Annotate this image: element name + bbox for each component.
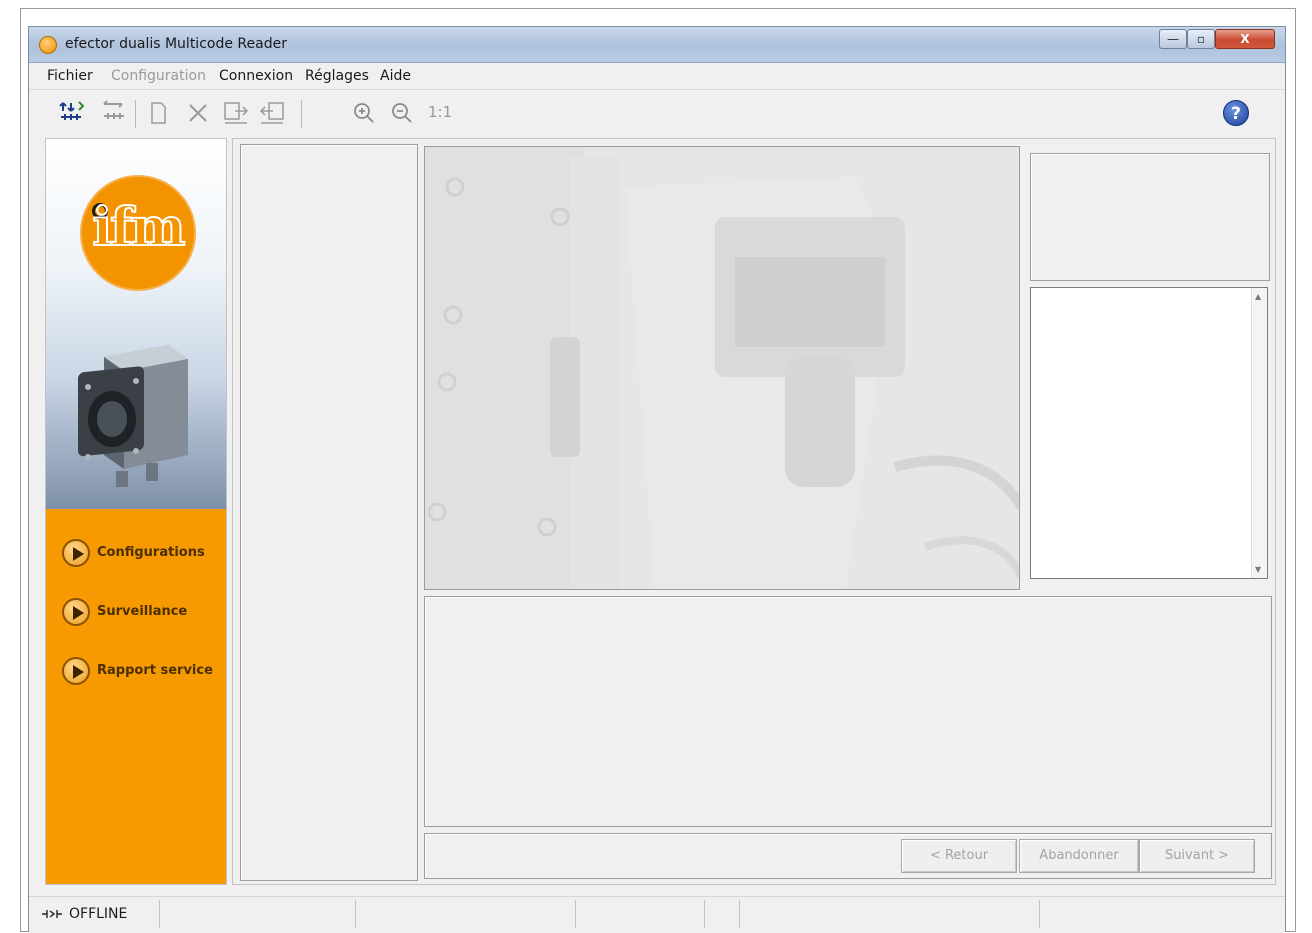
- abandon-button[interactable]: Abandonner: [1019, 839, 1139, 873]
- log-panel: [424, 596, 1272, 827]
- minimize-button[interactable]: —: [1159, 29, 1187, 49]
- toolbar-separator: [301, 100, 302, 128]
- nav-configurations[interactable]: Configurations: [62, 539, 222, 569]
- back-button[interactable]: < Retour: [901, 839, 1017, 873]
- camera-image-view[interactable]: [424, 146, 1020, 590]
- menu-fichier[interactable]: Fichier: [47, 68, 93, 84]
- status-segment: [1039, 900, 1040, 928]
- menu-bar: Fichier Configuration Connexion Réglages…: [29, 64, 1285, 90]
- play-icon: [62, 539, 90, 567]
- new-document-icon[interactable]: [143, 98, 173, 128]
- status-segment: [739, 900, 740, 928]
- maximize-button[interactable]: ▫: [1187, 29, 1215, 49]
- sidebar: ifm Configurations Surveillance Rapport …: [45, 138, 227, 885]
- zoom-in-icon[interactable]: [349, 98, 379, 128]
- menu-configuration[interactable]: Configuration: [111, 68, 206, 84]
- status-segment: [355, 900, 356, 928]
- zoom-out-icon[interactable]: [387, 98, 417, 128]
- play-icon: [62, 657, 90, 685]
- status-bar: OFFLINE: [29, 896, 1285, 933]
- wizard-bar: < Retour Abandonner Suivant >: [424, 833, 1272, 879]
- status-segment: [704, 900, 705, 928]
- disconnect-icon[interactable]: [99, 98, 129, 128]
- connection-status: OFFLINE: [69, 906, 128, 922]
- info-panel: [1030, 153, 1270, 281]
- connect-icon[interactable]: [57, 98, 87, 128]
- zoom-reset-button[interactable]: 1:1: [428, 103, 452, 121]
- menu-connexion[interactable]: Connexion: [219, 68, 293, 84]
- delete-icon[interactable]: [183, 98, 213, 128]
- help-icon[interactable]: ?: [1223, 100, 1249, 126]
- nav-label: Rapport service: [97, 663, 213, 678]
- menu-reglages[interactable]: Réglages: [305, 68, 369, 84]
- app-window: efector dualis Multicode Reader — ▫ X Fi…: [28, 26, 1286, 933]
- app-icon: [39, 36, 57, 54]
- next-button[interactable]: Suivant >: [1139, 839, 1255, 873]
- tree-panel[interactable]: [240, 144, 418, 881]
- sensor-image: [78, 345, 188, 487]
- toolbar-separator: [135, 100, 136, 128]
- scroll-down-icon[interactable]: ▼: [1255, 565, 1261, 574]
- close-button[interactable]: X: [1215, 29, 1275, 49]
- status-segment: [575, 900, 576, 928]
- play-icon: [62, 598, 90, 626]
- connection-status-icon: [41, 907, 63, 924]
- nav-label: Surveillance: [97, 604, 188, 619]
- nav-label: Configurations: [97, 545, 205, 560]
- logo-text: ifm: [91, 196, 186, 259]
- upload-to-sensor-icon[interactable]: [221, 98, 251, 128]
- download-from-sensor-icon[interactable]: [257, 98, 287, 128]
- menu-aide[interactable]: Aide: [380, 68, 411, 84]
- window-title: efector dualis Multicode Reader: [65, 36, 287, 52]
- toolbar: 1:1 ?: [29, 90, 1285, 136]
- sidebar-nav: Configurations Surveillance Rapport serv…: [46, 509, 226, 884]
- sidebar-header: ifm: [46, 139, 226, 509]
- title-bar[interactable]: efector dualis Multicode Reader — ▫ X: [29, 27, 1285, 63]
- camera-image: [425, 147, 1019, 589]
- nav-surveillance[interactable]: Surveillance: [62, 598, 222, 628]
- ifm-logo: ifm: [82, 177, 194, 289]
- result-list[interactable]: ▲ ▼: [1030, 287, 1268, 579]
- vertical-scrollbar[interactable]: ▲ ▼: [1251, 288, 1267, 578]
- nav-rapport-service[interactable]: Rapport service: [62, 657, 222, 687]
- scroll-up-icon[interactable]: ▲: [1255, 292, 1261, 301]
- status-segment: [159, 900, 160, 928]
